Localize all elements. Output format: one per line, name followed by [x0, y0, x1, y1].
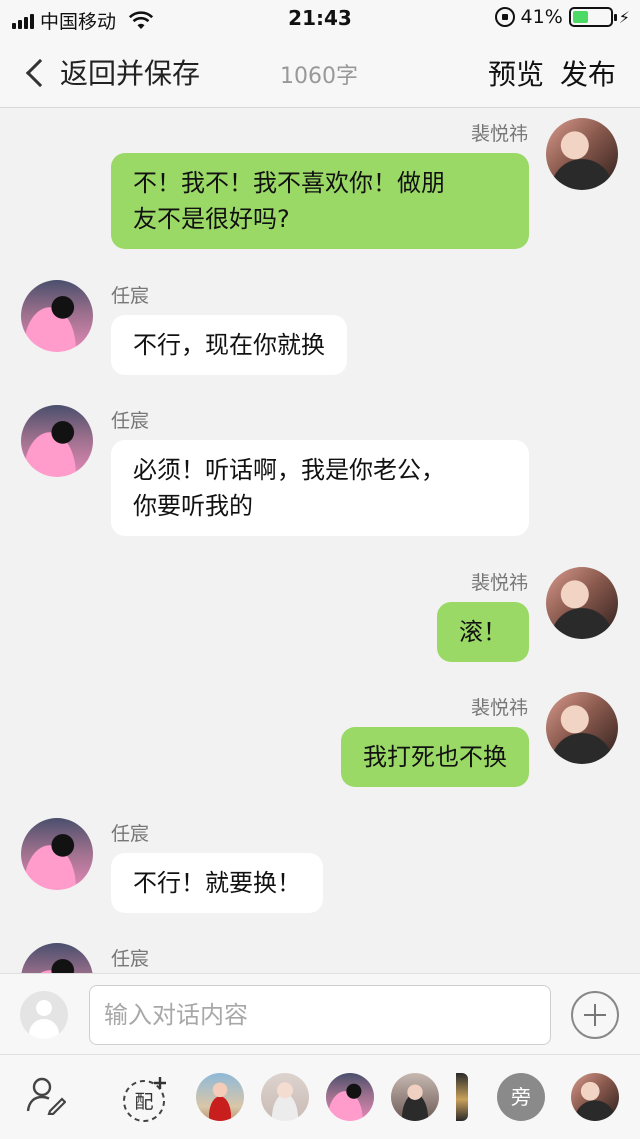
- message-line: 友不是很好吗?: [133, 205, 290, 233]
- message-bubble[interactable]: 我打死也不换: [341, 727, 529, 787]
- message-bubble[interactable]: 不行！就要换！: [111, 853, 323, 913]
- back-save-button[interactable]: 返回并保存: [25, 52, 201, 92]
- role-avatar[interactable]: [261, 1073, 309, 1121]
- preview-button[interactable]: 预览: [488, 53, 544, 93]
- nav-bar: 返回并保存 1060字 预览 发布: [0, 36, 640, 108]
- back-save-label: 返回并保存: [60, 57, 201, 90]
- sender-name: 任宸: [111, 285, 150, 307]
- input-bar: [0, 973, 640, 1055]
- charging-icon: ⚡: [618, 7, 630, 27]
- avatar[interactable]: [21, 280, 93, 352]
- message-line: 不！我不！我不喜欢你！做朋: [133, 169, 445, 197]
- avatar[interactable]: [21, 405, 93, 477]
- role-avatar[interactable]: [571, 1073, 619, 1121]
- status-bar: 中国移动 21:43 41% ⚡: [0, 0, 640, 36]
- message-bubble[interactable]: 必须！听话啊，我是你老公， 你要听我的: [111, 440, 529, 536]
- avatar[interactable]: [546, 567, 618, 639]
- sender-name: 裴悦祎: [470, 123, 528, 145]
- rotation-lock-icon: [494, 7, 515, 27]
- message-bubble[interactable]: 不！我不！我不喜欢你！做朋 友不是很好吗?: [111, 153, 529, 249]
- user-avatar-icon[interactable]: [20, 991, 68, 1039]
- message-line: 必须！听话啊，我是你老公，: [133, 456, 445, 484]
- word-count: 1060字: [280, 64, 358, 89]
- battery-fill: [572, 11, 588, 23]
- sender-name: 任宸: [111, 410, 150, 432]
- chevron-left-icon: [25, 58, 55, 88]
- message-line: 我打死也不换: [363, 743, 507, 771]
- status-right: 41% ⚡: [494, 6, 630, 28]
- role-avatar[interactable]: [326, 1073, 374, 1121]
- add-icon[interactable]: [571, 991, 619, 1039]
- message-input[interactable]: [89, 985, 551, 1045]
- battery-percent: 41%: [520, 6, 563, 28]
- avatar[interactable]: [546, 692, 618, 764]
- publish-button[interactable]: 发布: [560, 53, 616, 93]
- avatar[interactable]: [21, 818, 93, 890]
- sender-name: 任宸: [111, 823, 150, 845]
- message-line: 你要听我的: [133, 492, 253, 520]
- edit-role-icon[interactable]: [26, 1075, 66, 1115]
- avatar[interactable]: [546, 118, 618, 190]
- role-avatar[interactable]: [196, 1073, 244, 1121]
- message-bubble[interactable]: 滚！: [437, 602, 529, 662]
- sender-name: 任宸: [111, 948, 150, 970]
- sender-name: 裴悦祎: [470, 697, 528, 719]
- narrator-button[interactable]: 旁: [497, 1073, 545, 1121]
- message-line: 不行，现在你就换: [133, 331, 325, 359]
- pair-role-icon[interactable]: 配: [122, 1075, 170, 1123]
- message-line: 滚！: [459, 618, 507, 646]
- battery-icon: [568, 7, 617, 27]
- role-avatar[interactable]: [391, 1073, 439, 1121]
- role-avatar[interactable]: [456, 1073, 468, 1121]
- role-bar: 配 旁: [0, 1055, 640, 1139]
- chat-area[interactable]: 裴悦祎 不！我不！我不喜欢你！做朋 友不是很好吗? 任宸 不行，现在你就换 任宸…: [0, 109, 640, 973]
- message-line: 不行！就要换！: [133, 869, 301, 897]
- pair-label: 配: [134, 1091, 153, 1113]
- avatar[interactable]: [21, 943, 93, 973]
- sender-name: 裴悦祎: [470, 572, 528, 594]
- message-bubble[interactable]: 不行，现在你就换: [111, 315, 347, 375]
